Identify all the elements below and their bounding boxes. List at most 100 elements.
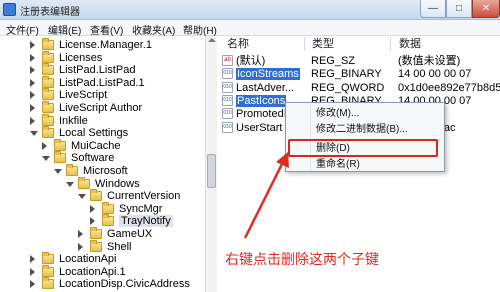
expand-arrow-icon[interactable] — [78, 230, 83, 238]
column-divider[interactable] — [390, 37, 391, 51]
menu-item-modify[interactable]: 修改(M)... — [286, 106, 444, 121]
expand-arrow-icon[interactable] — [30, 104, 35, 112]
tree-node-label[interactable]: LiveScript — [59, 89, 107, 101]
expand-arrow-icon[interactable] — [78, 242, 83, 251]
tree-node[interactable]: MuiCache — [0, 138, 205, 152]
folder-icon — [78, 176, 90, 189]
tree-node-label[interactable]: Windows — [95, 178, 140, 190]
tree-node[interactable]: LiveScript Author — [0, 101, 205, 114]
column-header-type[interactable]: 类型 — [312, 36, 334, 52]
context-menu: 修改(M)... 修改二进制数据(B)... 删除(D) 重命名(R) — [285, 102, 445, 172]
tree-node-label[interactable]: Licenses — [59, 52, 102, 64]
tree-node-label[interactable]: LiveScript Author — [59, 102, 142, 114]
tree-node[interactable]: LocationApi — [0, 252, 205, 265]
tree-node[interactable]: ListPad.ListPad.1 — [0, 75, 205, 89]
tree-node-label[interactable]: TrayNotify — [119, 215, 173, 228]
expand-arrow-icon[interactable] — [30, 91, 35, 100]
tree-node-label[interactable]: ListPad.ListPad — [59, 64, 135, 76]
scrollbar-thumb[interactable] — [207, 154, 216, 188]
tree-node[interactable]: Microsoft — [0, 164, 205, 177]
collapse-arrow-icon[interactable] — [42, 156, 50, 162]
tree-node-label[interactable]: LocationApi — [59, 253, 117, 265]
menu-item-modify-binary[interactable]: 修改二进制数据(B)... — [286, 122, 444, 137]
tree-node-label[interactable]: MuiCache — [71, 140, 121, 152]
expand-arrow-icon[interactable] — [90, 204, 95, 213]
column-header-name[interactable]: 名称 — [227, 36, 249, 52]
tree-node-label[interactable]: Microsoft — [83, 165, 128, 177]
tree-node[interactable]: LocationDisp.CivicAddress — [0, 277, 205, 290]
value-name[interactable]: (默认) — [236, 55, 265, 67]
binary-value-icon: 010 — [222, 68, 233, 80]
tree-node-label[interactable]: GameUX — [107, 228, 152, 240]
collapse-arrow-icon[interactable] — [54, 169, 62, 174]
tree-node-label[interactable]: CurrentVersion — [107, 190, 180, 202]
maximize-button[interactable]: □ — [446, 0, 472, 18]
menu-item-rename[interactable]: 重命名(R) — [286, 157, 444, 172]
tree-node-label[interactable]: Shell — [107, 241, 131, 253]
expand-arrow-icon[interactable] — [30, 255, 35, 264]
tree-node-label[interactable]: Inkfile — [59, 115, 88, 127]
tree-node[interactable]: Inkfile — [0, 113, 205, 127]
tree-node-label[interactable]: LocationDisp.CivicAddress — [59, 278, 190, 290]
tree-node[interactable]: TrayNotify — [0, 214, 205, 228]
folder-icon — [42, 277, 54, 290]
expand-arrow-icon[interactable] — [30, 280, 35, 289]
tree-node[interactable]: Local Settings — [0, 126, 205, 139]
value-name[interactable]: PastIcons — [236, 94, 287, 107]
menu-favorites[interactable]: 收藏夹(A) — [132, 22, 175, 37]
folder-icon — [66, 164, 78, 176]
value-data: 0x1d0ee892e77b8d5 — [398, 81, 500, 94]
expand-arrow-icon[interactable] — [30, 53, 35, 62]
collapse-arrow-icon[interactable] — [66, 181, 74, 187]
tree-node[interactable]: SyncMgr — [0, 201, 205, 215]
tree-node-label[interactable]: Local Settings — [59, 127, 128, 139]
tree-node-label[interactable]: License.Manager.1 — [59, 39, 152, 51]
column-divider[interactable] — [304, 37, 305, 51]
value-name[interactable]: LastAdver... — [236, 82, 294, 94]
tree-scrollbar[interactable] — [205, 36, 217, 292]
value-row[interactable]: ab (默认) REG_SZ (数值未设置) — [218, 55, 500, 68]
tree-node-label[interactable]: LocationApi.1 — [59, 266, 126, 278]
value-row[interactable]: 010 IconStreams REG_BINARY 14 00 00 00 07 — [218, 68, 500, 81]
value-type: REG_QWORD — [311, 81, 385, 94]
tree-node[interactable]: ListPad.ListPad — [0, 63, 205, 76]
tree-node[interactable]: Windows — [0, 176, 205, 190]
close-button[interactable]: ✕ — [472, 0, 500, 18]
expand-arrow-icon[interactable] — [42, 141, 47, 150]
expand-arrow-icon[interactable] — [30, 66, 35, 75]
expand-arrow-icon[interactable] — [30, 41, 35, 49]
menu-edit[interactable]: 编辑(E) — [48, 22, 81, 37]
value-name[interactable]: IconStreams — [236, 68, 300, 81]
tree-node[interactable]: GameUX — [0, 227, 205, 240]
tree-node[interactable]: LocationApi.1 — [0, 264, 205, 278]
minimize-button[interactable]: — — [420, 0, 446, 18]
value-row[interactable]: 010 LastAdver... REG_QWORD 0x1d0ee892e77b8d… — [218, 81, 500, 95]
tree-node[interactable]: Software — [0, 151, 205, 164]
value-name[interactable]: PromotedI — [236, 108, 287, 120]
collapse-arrow-icon[interactable] — [78, 194, 86, 200]
expand-arrow-icon[interactable] — [30, 267, 35, 276]
expand-arrow-icon[interactable] — [30, 78, 35, 87]
column-header-data[interactable]: 数据 — [399, 36, 421, 52]
menu-view[interactable]: 查看(V) — [90, 22, 123, 37]
scroll-up-icon[interactable] — [208, 38, 216, 42]
tree-node-label[interactable]: ListPad.ListPad.1 — [59, 77, 145, 89]
value-data: 14 00 00 00 07 — [398, 68, 472, 81]
tree-node[interactable]: Shell — [0, 239, 205, 253]
tree-node-label[interactable]: Software — [71, 152, 114, 164]
folder-icon — [42, 50, 54, 63]
menu-help[interactable]: 帮助(H) — [183, 22, 217, 37]
menu-file[interactable]: 文件(F) — [6, 22, 39, 37]
expand-arrow-icon[interactable] — [90, 217, 95, 226]
tree-node[interactable]: License.Manager.1 — [0, 38, 205, 51]
expand-arrow-icon[interactable] — [30, 116, 35, 125]
tree-node[interactable]: CurrentVersion — [0, 189, 205, 202]
folder-icon — [42, 75, 54, 88]
tree-node[interactable]: Licenses — [0, 50, 205, 64]
collapse-arrow-icon[interactable] — [30, 131, 38, 137]
tree-node[interactable]: LiveScript — [0, 88, 205, 101]
regedit-app-icon — [3, 3, 16, 16]
tree-node-label[interactable]: SyncMgr — [119, 203, 162, 215]
folder-icon — [90, 227, 102, 239]
value-name[interactable]: UserStart — [236, 122, 282, 134]
